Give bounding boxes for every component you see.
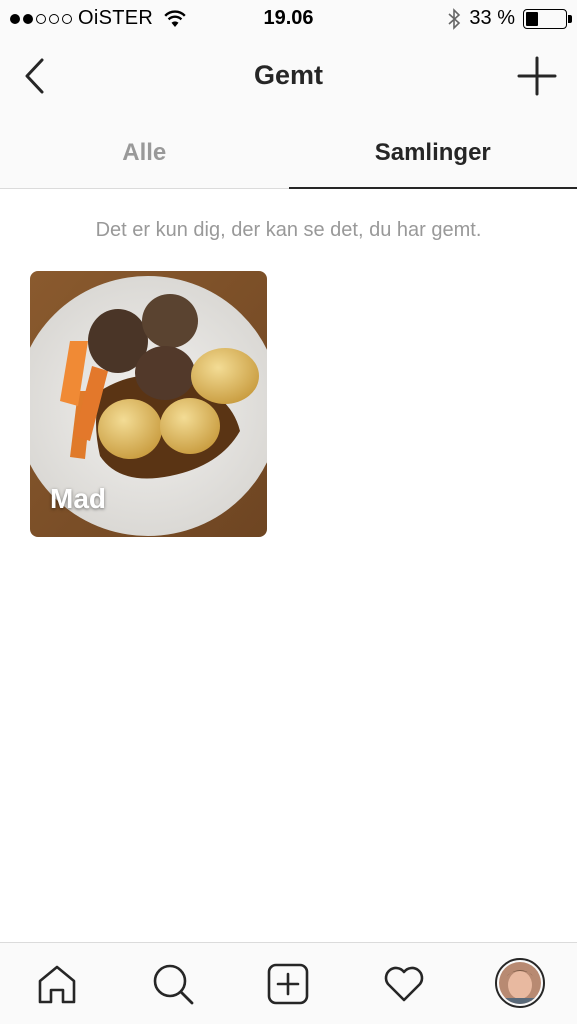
search-icon xyxy=(153,964,194,1005)
battery-percent: 33 % xyxy=(469,7,515,29)
heart-icon xyxy=(384,966,424,1002)
bottom-tab-bar xyxy=(0,942,577,1024)
new-post-button[interactable] xyxy=(265,961,311,1007)
collection-tile[interactable]: Mad xyxy=(30,271,267,537)
activity-button[interactable] xyxy=(381,961,427,1007)
page-title: Gemt xyxy=(253,60,324,90)
collection-name: Mad xyxy=(50,483,106,514)
search-button[interactable] xyxy=(150,961,196,1007)
privacy-notice: Det er kun dig, der kan se det, du har g… xyxy=(95,219,482,241)
new-post-icon xyxy=(267,963,309,1005)
add-collection-button[interactable] xyxy=(517,56,557,96)
avatar-image xyxy=(499,962,541,1004)
nav-bar: Gemt xyxy=(0,38,577,114)
tab-all[interactable]: Alle xyxy=(0,114,289,188)
tab-collections[interactable]: Samlinger xyxy=(288,114,577,189)
plus-icon xyxy=(517,56,557,96)
battery-level xyxy=(526,11,538,26)
home-icon xyxy=(38,965,76,1004)
home-button[interactable] xyxy=(34,961,80,1007)
bluetooth-icon xyxy=(448,7,461,30)
saved-tabs: Alle Samlinger xyxy=(0,114,577,189)
battery-icon xyxy=(523,8,572,29)
status-right: 33 % xyxy=(447,7,572,30)
status-bar: OiSTER 19.06 33 % xyxy=(0,0,577,38)
profile-avatar[interactable] xyxy=(495,958,545,1008)
saved-screen: OiSTER 19.06 33 % Gemt Alle Samlinger De… xyxy=(0,0,577,1024)
